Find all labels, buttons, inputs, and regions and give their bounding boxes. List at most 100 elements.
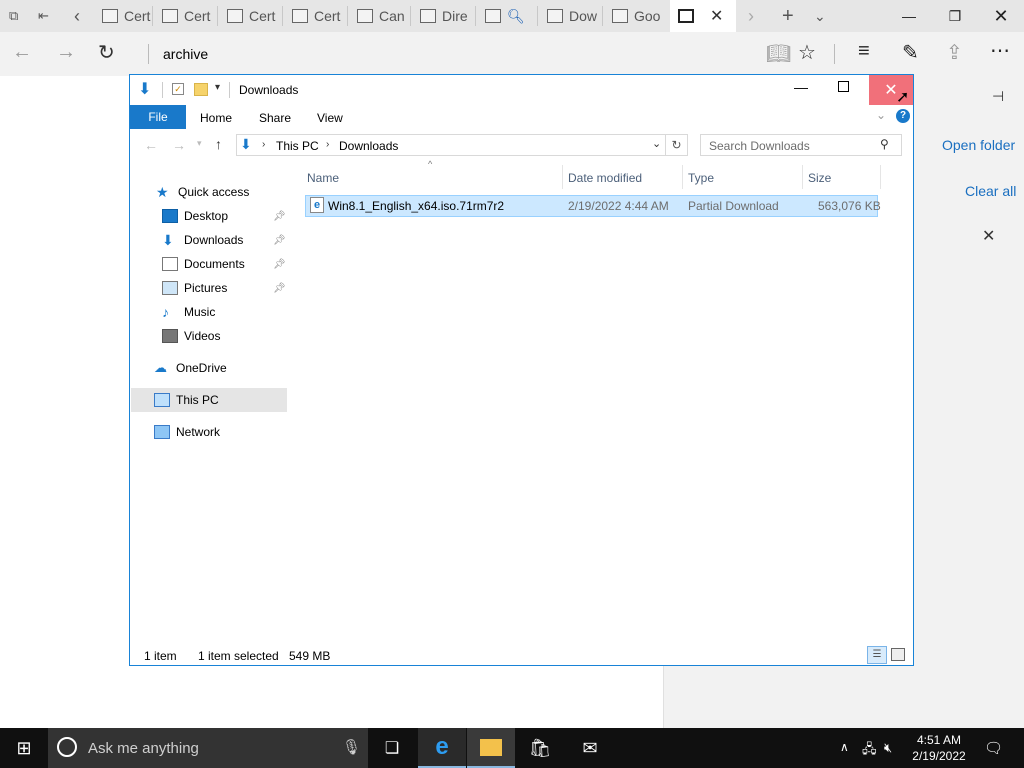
web-note-icon[interactable]: ✎: [902, 40, 919, 65]
browser-tab[interactable]: Cert: [282, 0, 347, 32]
clear-all-link[interactable]: Clear all: [965, 183, 1016, 199]
large-icons-view-icon[interactable]: [891, 648, 905, 661]
pin-icon[interactable]: 📌︎: [273, 235, 286, 246]
customize-toolbar-icon[interactable]: ▾: [215, 82, 220, 93]
pin-icon[interactable]: 📌︎: [273, 259, 286, 270]
scroll-tabs-right-icon[interactable]: ›: [740, 0, 766, 32]
help-icon[interactable]: ?: [896, 109, 910, 123]
microphone-icon[interactable]: 🎙︎: [342, 738, 361, 756]
browser-tab[interactable]: Cert: [92, 0, 152, 32]
network-icon: [154, 425, 170, 439]
share-icon[interactable]: ⇪: [946, 40, 963, 65]
column-size[interactable]: Size: [808, 171, 831, 185]
search-placeholder[interactable]: Search Downloads: [709, 139, 810, 153]
nav-item-onedrive[interactable]: ☁ OneDrive: [154, 357, 227, 379]
tab-home[interactable]: Home: [200, 111, 232, 125]
nav-item-music[interactable]: ♪ Music: [162, 301, 215, 323]
nav-item-videos[interactable]: Videos: [162, 325, 220, 347]
column-divider[interactable]: [802, 165, 803, 189]
browser-tab[interactable]: Goo: [602, 0, 668, 32]
tab-share[interactable]: Share: [259, 111, 291, 125]
nav-item-network[interactable]: Network: [154, 421, 220, 443]
chevron-down-icon[interactable]: ⌄: [808, 0, 834, 32]
new-tab-icon[interactable]: +: [776, 0, 802, 32]
nav-label: Network: [176, 425, 221, 439]
column-date-modified[interactable]: Date modified: [568, 171, 642, 185]
nav-item-quick-access[interactable]: ★ Quick access: [156, 181, 249, 203]
refresh-icon[interactable]: ↻: [98, 40, 115, 65]
browser-tab[interactable]: Cert: [217, 0, 282, 32]
column-type[interactable]: Type: [688, 171, 714, 185]
browser-tab[interactable]: 🔍︎: [475, 0, 537, 32]
hub-icon[interactable]: ≡: [858, 40, 870, 63]
task-view-icon[interactable]: ❏: [368, 728, 416, 768]
pin-icon[interactable]: 📌︎: [273, 211, 286, 222]
nav-item-documents[interactable]: Documents: [162, 253, 245, 275]
column-divider[interactable]: [562, 165, 563, 189]
nav-item-this-pc[interactable]: This PC: [154, 389, 219, 411]
start-button[interactable]: ⊞: [0, 728, 48, 768]
browser-tab[interactable]: Cert: [152, 0, 217, 32]
tab-file[interactable]: File: [130, 105, 186, 129]
reading-view-icon[interactable]: 📖︎: [766, 41, 791, 66]
details-view-icon[interactable]: ☰: [867, 646, 887, 664]
properties-icon[interactable]: ✓: [172, 83, 184, 95]
set-aside-tabs-icon[interactable]: ⇤: [32, 0, 62, 32]
divider: [162, 82, 163, 98]
dismiss-icon[interactable]: ✕: [982, 226, 995, 246]
recent-locations-icon[interactable]: ▾: [197, 138, 202, 149]
taskbar-search-placeholder[interactable]: Ask me anything: [88, 740, 199, 757]
scroll-tabs-left-icon[interactable]: ‹: [66, 0, 92, 32]
column-name[interactable]: Name: [307, 171, 339, 185]
nav-item-pictures[interactable]: Pictures: [162, 277, 227, 299]
favorite-star-icon[interactable]: ☆: [798, 40, 816, 65]
nav-item-desktop[interactable]: Desktop: [162, 205, 228, 227]
store-icon[interactable]: 🛍︎: [516, 728, 564, 768]
breadcrumb-chevron-icon[interactable]: ›: [262, 139, 265, 150]
column-divider[interactable]: [682, 165, 683, 189]
file-name[interactable]: Win8.1_English_x64.iso.71rm7r2: [328, 199, 504, 213]
close-button[interactable]: ✕: [978, 0, 1024, 32]
tab-preview-icon[interactable]: ⧉: [0, 0, 30, 32]
open-folder-link[interactable]: Open folder: [942, 137, 1015, 153]
expand-ribbon-icon[interactable]: ⌄: [876, 108, 886, 122]
maximize-button[interactable]: [838, 81, 849, 92]
refresh-button[interactable]: ↻: [666, 134, 688, 156]
breadcrumb-chevron-icon[interactable]: ›: [326, 139, 329, 150]
pin-pane-icon[interactable]: ⊣: [992, 88, 1004, 105]
download-arrow-icon: ⬇: [240, 136, 252, 152]
back-icon[interactable]: ←: [12, 41, 32, 64]
show-hidden-icons-icon[interactable]: ∧: [840, 740, 849, 754]
volume-muted-icon[interactable]: 🔇︎: [884, 740, 892, 756]
address-text[interactable]: archive: [163, 46, 208, 62]
forward-icon[interactable]: →: [56, 41, 76, 64]
tab-view[interactable]: View: [317, 111, 343, 125]
pin-icon[interactable]: 📌︎: [273, 283, 286, 294]
address-dropdown-icon[interactable]: ⌄: [652, 137, 661, 150]
forward-icon[interactable]: →: [172, 137, 186, 153]
action-center-icon[interactable]: 🗨︎: [984, 739, 1003, 757]
active-tab[interactable]: ✕: [670, 0, 736, 32]
up-icon[interactable]: ↑: [215, 136, 222, 152]
column-divider[interactable]: [880, 165, 881, 189]
nav-item-downloads[interactable]: ⬇ Downloads: [162, 229, 243, 251]
breadcrumb-this-pc[interactable]: This PC: [276, 139, 319, 153]
new-folder-icon[interactable]: [194, 83, 208, 96]
close-tab-icon[interactable]: ✕: [710, 6, 723, 26]
file-explorer-taskbar-icon[interactable]: [467, 728, 515, 768]
mail-icon[interactable]: ✉: [566, 728, 614, 768]
taskbar-clock[interactable]: 4:51 AM 2/19/2022: [906, 732, 972, 764]
breadcrumb-downloads[interactable]: Downloads: [339, 139, 398, 153]
browser-tab[interactable]: Can: [347, 0, 410, 32]
address-bar[interactable]: [148, 40, 748, 68]
minimize-button[interactable]: —: [794, 79, 808, 95]
back-icon[interactable]: ←: [144, 137, 158, 153]
minimize-button[interactable]: —: [886, 0, 932, 32]
more-icon[interactable]: ⋯: [990, 38, 1010, 63]
edge-browser-icon[interactable]: e: [418, 728, 466, 768]
search-icon[interactable]: ⚲: [880, 137, 889, 151]
browser-tab[interactable]: Dire: [410, 0, 475, 32]
restore-button[interactable]: ❐: [932, 0, 978, 32]
network-status-icon[interactable]: 🖧︎: [862, 740, 877, 762]
browser-tab[interactable]: Dow: [537, 0, 602, 32]
